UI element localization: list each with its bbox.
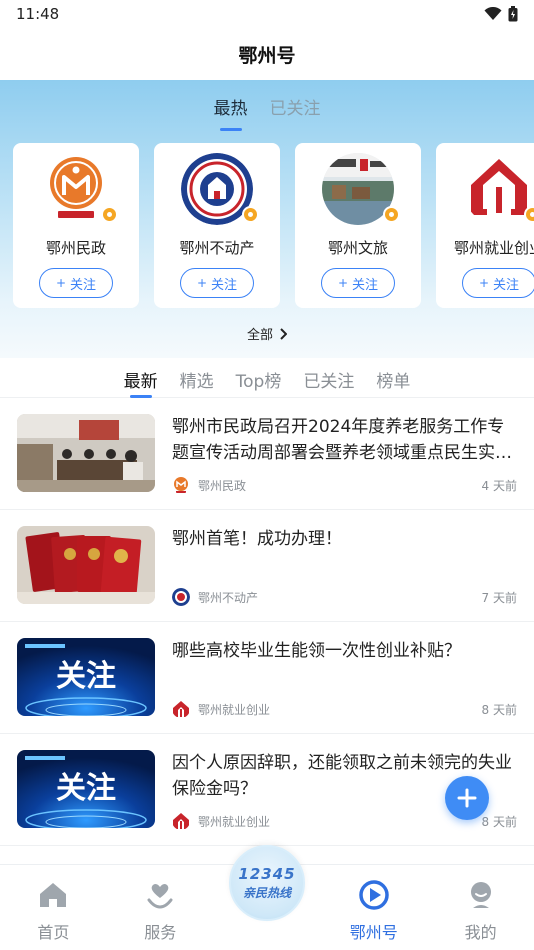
follow-label: 关注 xyxy=(493,277,520,293)
source-minzheng-icon xyxy=(172,476,190,494)
account-avatar[interactable] xyxy=(322,153,400,225)
title-bar: 鄂州号 xyxy=(0,28,534,80)
news-thumbnail xyxy=(17,526,155,604)
status-bar: 11:48 xyxy=(0,0,534,28)
news-item[interactable]: 鄂州首笔！成功办理！ 鄂州不动产 7 天前 xyxy=(0,510,534,622)
meeting-photo-icon xyxy=(17,414,155,492)
content-tabs: 最新 精选 Top榜 已关注 榜单 xyxy=(0,358,534,398)
follow-button[interactable]: + 关注 xyxy=(180,268,254,298)
create-post-button[interactable] xyxy=(445,776,489,820)
source-real-estate-icon xyxy=(172,588,190,606)
nav-ezhouhao-label: 鄂州号 xyxy=(349,923,398,942)
nav-home-label: 首页 xyxy=(37,923,70,942)
follow-button[interactable]: + 关注 xyxy=(462,268,534,298)
news-source: 鄂州民政 xyxy=(198,478,247,493)
tab-hottest[interactable]: 最热 xyxy=(214,94,248,131)
battery-icon xyxy=(508,6,518,22)
nav-home[interactable]: 首页 xyxy=(0,865,107,950)
view-all-label: 全部 xyxy=(246,328,273,343)
verified-badge-icon xyxy=(383,206,400,223)
status-icons xyxy=(484,6,518,22)
news-source: 鄂州就业创业 xyxy=(198,814,271,829)
news-title: 鄂州首笔！成功办理！ xyxy=(172,529,342,549)
news-title: 哪些高校毕业生能领一次性创业补贴？ xyxy=(172,641,461,661)
follow-label: 关注 xyxy=(352,277,379,293)
account-card[interactable]: 鄂州民政 + 关注 xyxy=(13,143,139,308)
news-time: 4 天前 xyxy=(481,478,517,493)
follow-button[interactable]: + 关注 xyxy=(321,268,395,298)
news-time: 7 天前 xyxy=(481,590,517,605)
nav-ezhouhao[interactable]: 鄂州号 xyxy=(320,865,427,950)
account-card[interactable]: 鄂州不动产 + 关注 xyxy=(154,143,280,308)
hotline-button[interactable]: 12345 亲民热线 xyxy=(229,845,305,921)
plus-icon: + xyxy=(55,276,67,290)
account-carousel[interactable]: 鄂州民政 + 关注 鄂州不动产 + 关注 鄂州文旅 + 关注 鄂州就业创 + 关… xyxy=(0,131,534,308)
news-item[interactable]: 关注 哪些高校毕业生能领一次性创业补贴？ 鄂州就业创业 8 天前 xyxy=(0,622,534,734)
account-name: 鄂州不动产 xyxy=(179,239,255,257)
hotline-number: 12345 xyxy=(238,865,296,883)
news-time: 8 天前 xyxy=(481,702,517,717)
tab-latest[interactable]: 最新 xyxy=(124,367,158,398)
status-time: 11:48 xyxy=(16,5,60,23)
follow-label: 关注 xyxy=(70,277,97,293)
news-time: 8 天前 xyxy=(481,814,517,829)
hotline-label: 亲民热线 xyxy=(242,886,291,900)
verified-badge-icon xyxy=(242,206,259,223)
chevron-right-icon xyxy=(280,327,287,340)
view-all-link[interactable]: 全部 xyxy=(0,324,534,343)
service-icon xyxy=(144,879,176,911)
profile-icon xyxy=(465,879,497,911)
account-avatar[interactable] xyxy=(463,153,534,225)
news-meta: 鄂州民政 4 天前 xyxy=(172,476,517,494)
news-source: 鄂州就业创业 xyxy=(198,702,271,717)
plus-icon: + xyxy=(337,276,349,290)
news-thumbnail xyxy=(17,414,155,492)
home-icon xyxy=(37,879,69,911)
follow-button[interactable]: + 关注 xyxy=(39,268,113,298)
plus-icon xyxy=(457,788,477,808)
news-item[interactable]: 鄂州市民政局召开2024年度养老服务工作专题宣传活动周部署会暨养老领域重点民生实… xyxy=(0,398,534,510)
tab-following[interactable]: 已关注 xyxy=(303,367,354,398)
account-card[interactable]: 鄂州文旅 + 关注 xyxy=(295,143,421,308)
account-avatar[interactable] xyxy=(40,153,118,225)
nav-service-label: 服务 xyxy=(144,923,177,942)
news-title: 鄂州市民政局召开2024年度养老服务工作专题宣传活动周部署会暨养老领域重点民生实… xyxy=(172,417,512,463)
hero-section: 最热 已关注 鄂州民政 + 关注 鄂州不动产 + 关注 鄂州文旅 + 关注 鄂州… xyxy=(0,80,534,358)
red-certificates-photo-icon xyxy=(17,526,155,604)
nav-profile-label: 我的 xyxy=(464,923,497,942)
wifi-icon xyxy=(484,7,502,20)
account-name: 鄂州就业创业 xyxy=(453,239,534,257)
follow-label: 关注 xyxy=(211,277,238,293)
guanzhu-banner-icon: 关注 xyxy=(17,750,155,828)
thumb-text: 关注 xyxy=(56,771,116,806)
page-title: 鄂州号 xyxy=(238,44,296,67)
account-avatar[interactable] xyxy=(181,153,259,225)
plus-icon: + xyxy=(196,276,208,290)
tab-ranking[interactable]: 榜单 xyxy=(376,367,410,398)
guanzhu-banner-icon: 关注 xyxy=(17,638,155,716)
verified-badge-icon xyxy=(101,206,118,223)
news-source: 鄂州不动产 xyxy=(198,590,259,605)
hero-tabs: 最热 已关注 xyxy=(0,80,534,131)
plus-icon: + xyxy=(478,276,490,290)
news-meta: 鄂州不动产 7 天前 xyxy=(172,588,517,606)
news-thumbnail: 关注 xyxy=(17,750,155,828)
nav-profile[interactable]: 我的 xyxy=(427,865,534,950)
nav-service[interactable]: 服务 xyxy=(107,865,214,950)
tab-featured[interactable]: 精选 xyxy=(180,367,214,398)
account-card[interactable]: 鄂州就业创业 + 关注 xyxy=(436,143,534,308)
source-jiuye-icon xyxy=(172,700,190,718)
tab-followed[interactable]: 已关注 xyxy=(270,94,321,131)
ezhouhao-icon xyxy=(358,879,390,911)
thumb-text: 关注 xyxy=(56,659,116,694)
source-jiuye-icon xyxy=(172,812,190,830)
tab-top[interactable]: Top榜 xyxy=(236,367,282,398)
account-name: 鄂州民政 xyxy=(45,239,106,257)
news-meta: 鄂州就业创业 8 天前 xyxy=(172,700,517,718)
verified-badge-icon xyxy=(524,206,534,223)
account-name: 鄂州文旅 xyxy=(327,239,388,257)
news-thumbnail: 关注 xyxy=(17,638,155,716)
